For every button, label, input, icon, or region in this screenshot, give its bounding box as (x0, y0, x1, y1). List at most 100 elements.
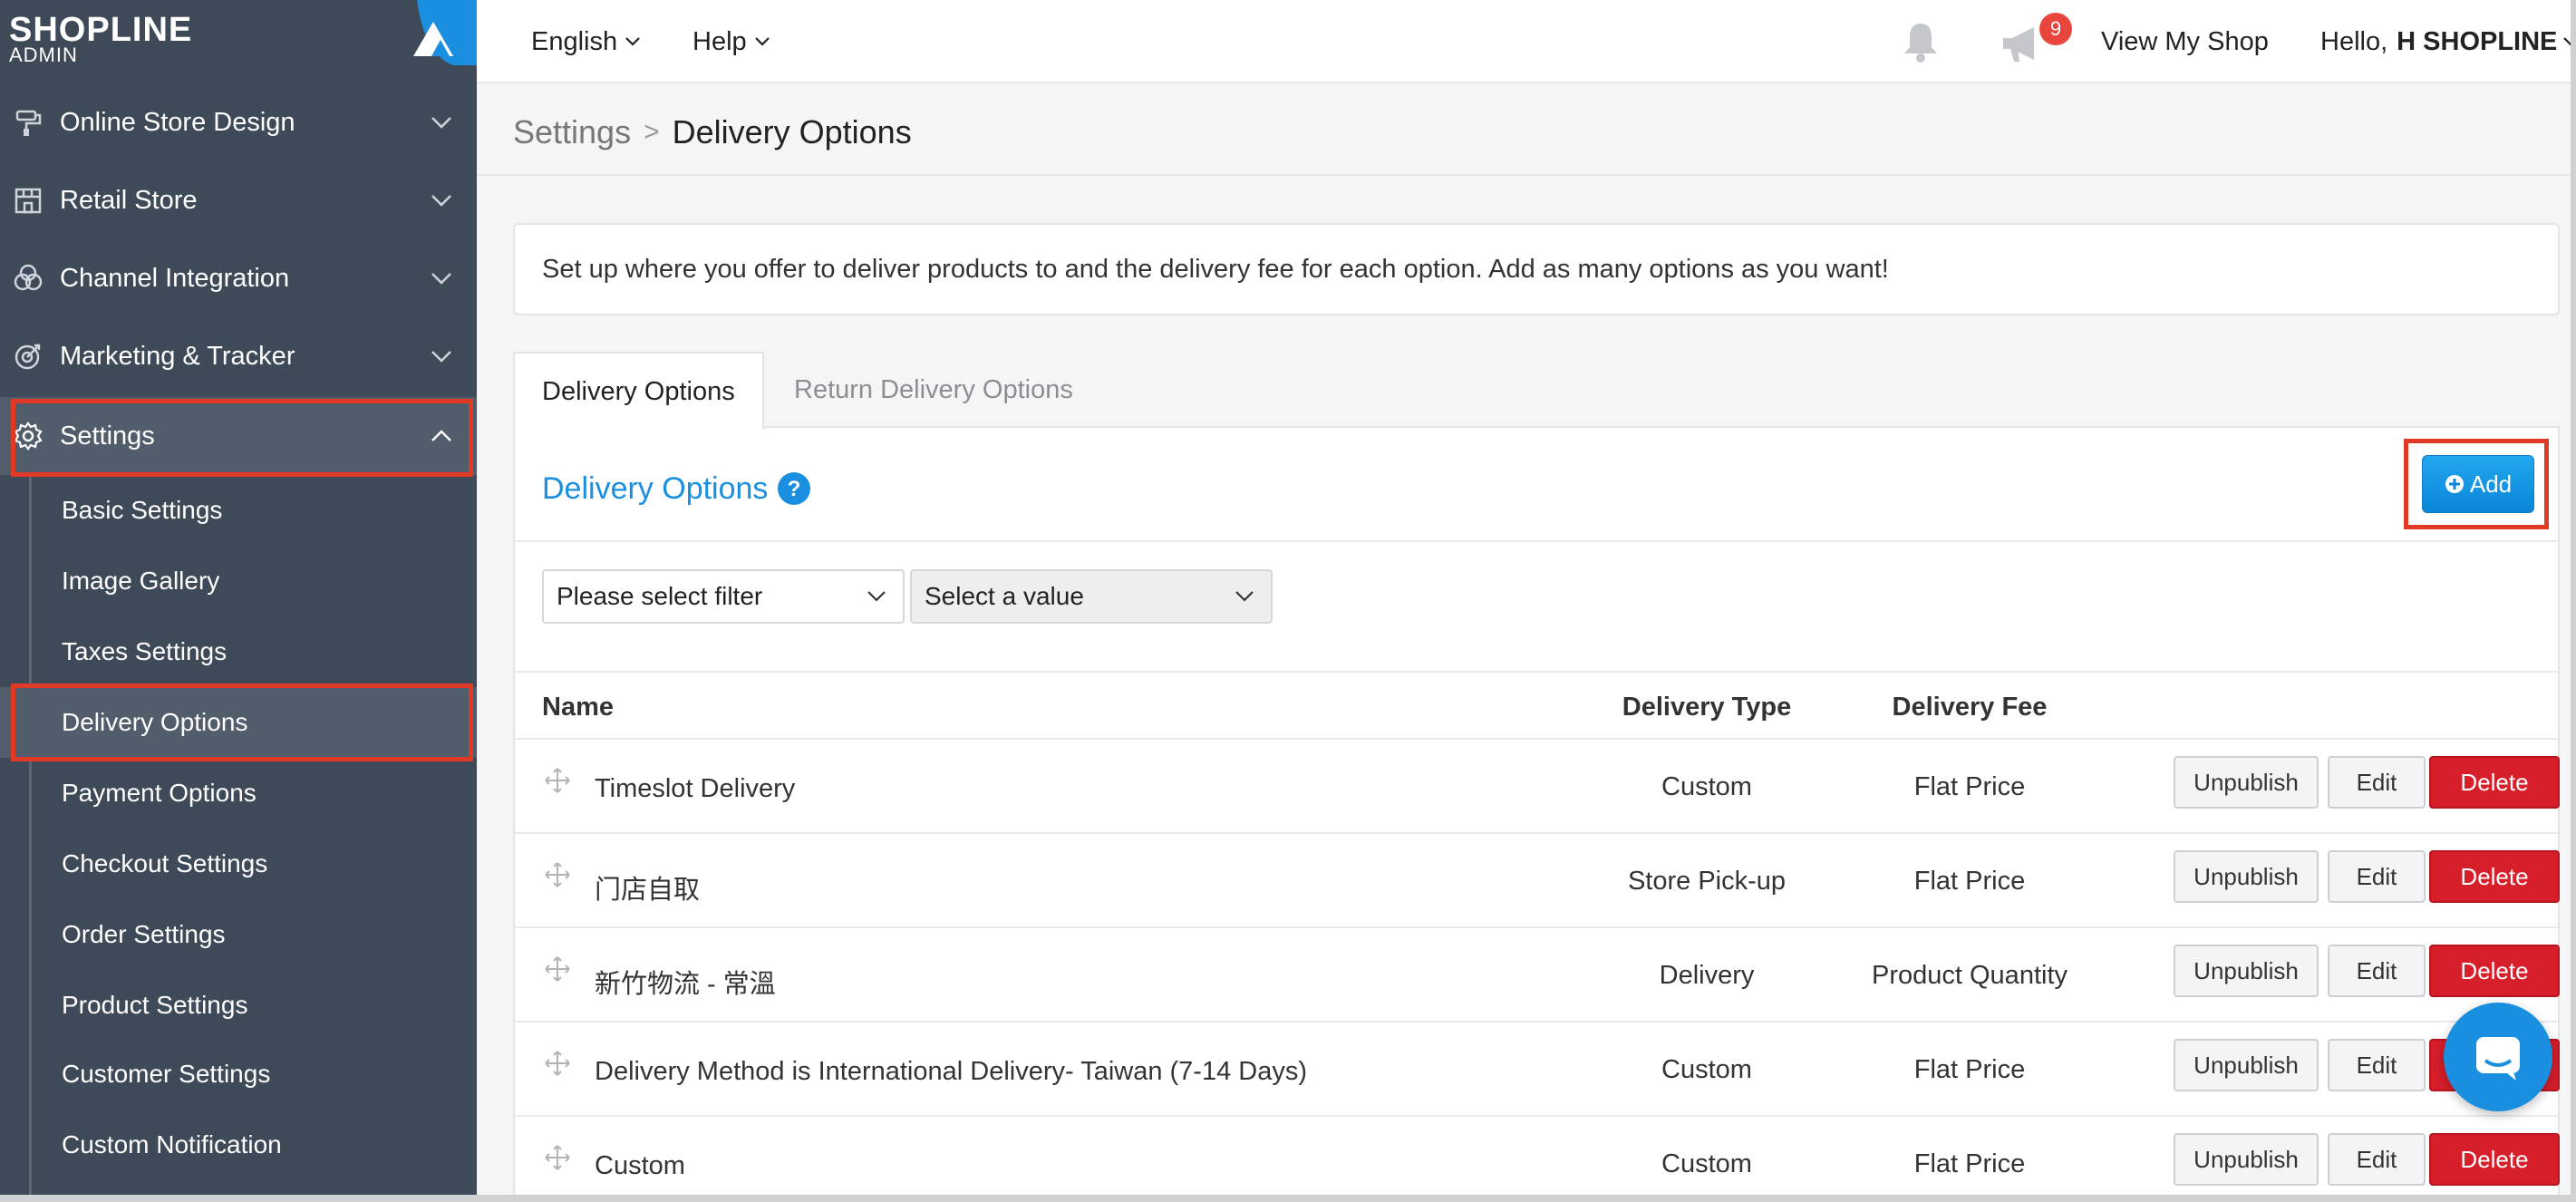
drag-handle-icon[interactable] (544, 1144, 571, 1171)
nav-settings[interactable]: Settings (0, 397, 477, 475)
sidebar-item-taxes-settings[interactable]: Taxes Settings (0, 616, 477, 687)
target-icon (15, 344, 41, 370)
sidebar-item-label: Checkout Settings (62, 849, 268, 877)
column-header-name: Name (542, 693, 614, 722)
delivery-options-panel: Delivery Options ? Add Please select fil… (513, 426, 2560, 1202)
drag-handle-icon[interactable] (544, 767, 571, 794)
sidebar-item-checkout-settings[interactable]: Checkout Settings (0, 829, 477, 899)
tab-label: Delivery Options (542, 376, 735, 406)
cell-delivery-fee: Product Quantity (1872, 961, 2068, 990)
sidebar-item-label: Delivery Options (62, 708, 248, 736)
chevron-down-icon (754, 37, 770, 46)
bell-icon[interactable] (1899, 20, 1942, 63)
unpublish-button[interactable]: Unpublish (2174, 850, 2319, 903)
chevron-down-icon (867, 591, 886, 602)
nav-marketing-tracker[interactable]: Marketing & Tracker (0, 317, 477, 395)
sidebar-item-label: Image Gallery (62, 567, 220, 595)
cell-name: 门店自取 (595, 876, 701, 905)
sidebar-toggle-icon[interactable] (399, 0, 477, 65)
edit-button[interactable]: Edit (2328, 1039, 2426, 1091)
unpublish-button[interactable]: Unpublish (2174, 756, 2319, 809)
info-text: Set up where you offer to deliver produc… (542, 254, 1889, 284)
sidebar-item-order-settings[interactable]: Order Settings (0, 899, 477, 970)
nav-retail-store[interactable]: Retail Store (0, 161, 477, 239)
drag-handle-icon[interactable] (544, 861, 571, 888)
edit-button[interactable]: Edit (2328, 945, 2426, 997)
page-title: Delivery Options (672, 113, 912, 150)
tab-label: Return Delivery Options (794, 374, 1073, 404)
sidebar: SHOPLINE ADMIN Online Store Design Retai… (0, 0, 477, 1202)
cell-name: Custom (595, 1151, 685, 1180)
sidebar-item-basic-settings[interactable]: Basic Settings (0, 475, 477, 546)
help-label: Help (692, 26, 747, 56)
delete-button[interactable]: Delete (2429, 756, 2560, 809)
unpublish-button[interactable]: Unpublish (2174, 945, 2319, 997)
user-menu[interactable]: Hello, H SHOPLINE (2320, 0, 2576, 83)
nav-label: Channel Integration (60, 263, 290, 293)
sidebar-item-image-gallery[interactable]: Image Gallery (0, 546, 477, 616)
tab-delivery-options[interactable]: Delivery Options (513, 352, 764, 430)
value-select-value: Select a value (925, 582, 1084, 610)
table-row: Delivery Method is International Deliver… (515, 1021, 2560, 1115)
chevron-down-icon (431, 195, 451, 207)
cell-delivery-type: Delivery (1659, 961, 1755, 990)
chevron-down-icon (431, 351, 451, 363)
drag-handle-icon[interactable] (544, 1050, 571, 1077)
greeting-text: Hello, (2320, 26, 2388, 56)
admin-app: SHOPLINE ADMIN Online Store Design Retai… (0, 0, 2576, 1202)
notification-badge: 9 (2039, 13, 2072, 45)
paint-roller-icon (15, 110, 42, 136)
sidebar-item-product-settings[interactable]: Product Settings (0, 970, 477, 1041)
edit-button[interactable]: Edit (2328, 850, 2426, 903)
drag-handle-icon[interactable] (544, 955, 571, 983)
unpublish-button[interactable]: Unpublish (2174, 1133, 2319, 1186)
help-dropdown[interactable]: Help (692, 0, 770, 83)
sidebar-item-delivery-options[interactable]: Delivery Options (0, 687, 477, 758)
filter-select[interactable]: Please select filter (542, 569, 905, 624)
chat-launcher-button[interactable] (2444, 1003, 2552, 1111)
chevron-down-icon (625, 37, 640, 46)
logo-area: SHOPLINE ADMIN (0, 0, 477, 83)
table-row: 门店自取 Store Pick-up Flat Price Unpublish … (515, 832, 2560, 926)
info-box: Set up where you offer to deliver produc… (513, 223, 2560, 315)
cell-delivery-fee: Flat Price (1913, 772, 2026, 801)
column-header-delivery-fee: Delivery Fee (1892, 693, 2048, 722)
cell-delivery-fee: Flat Price (1913, 1055, 2026, 1084)
storefront-icon (15, 188, 42, 214)
sidebar-item-customer-settings[interactable]: Customer Settings (0, 1039, 477, 1110)
nav-online-store-design[interactable]: Online Store Design (0, 83, 477, 161)
cell-delivery-type: Custom (1661, 1055, 1752, 1084)
edit-button[interactable]: Edit (2328, 1133, 2426, 1186)
nav-channel-integration[interactable]: Channel Integration (0, 239, 477, 317)
svg-text:?: ? (788, 477, 801, 501)
top-bar: English Help 9 View My Shop Hello, H SHO… (477, 0, 2576, 83)
chevron-up-icon (431, 430, 451, 441)
divider (477, 174, 2576, 176)
unpublish-button[interactable]: Unpublish (2174, 1039, 2319, 1091)
breadcrumb-settings-link[interactable]: Settings (513, 113, 631, 151)
cell-delivery-type: Store Pick-up (1627, 867, 1787, 896)
cell-delivery-fee: Flat Price (1913, 1149, 2026, 1178)
language-dropdown[interactable]: English (531, 0, 641, 83)
chevron-down-icon (431, 117, 451, 129)
add-button[interactable]: Add (2422, 455, 2534, 513)
view-my-shop-link[interactable]: View My Shop (2101, 0, 2269, 83)
sidebar-item-label: Custom Notification (62, 1130, 282, 1158)
sidebar-item-payment-options[interactable]: Payment Options (0, 758, 477, 829)
nav-label: Retail Store (60, 185, 198, 215)
delete-button[interactable]: Delete (2429, 850, 2560, 903)
divider (515, 540, 2558, 542)
cell-delivery-type: Custom (1661, 1149, 1752, 1178)
value-select[interactable]: Select a value (910, 569, 1273, 624)
delete-button[interactable]: Delete (2429, 945, 2560, 997)
delete-button[interactable]: Delete (2429, 1133, 2560, 1186)
help-icon[interactable]: ? (777, 471, 811, 506)
cell-name: Timeslot Delivery (595, 774, 796, 803)
sidebar-item-label: Taxes Settings (62, 637, 228, 665)
nav-label: Online Store Design (60, 107, 295, 137)
tab-return-delivery-options[interactable]: Return Delivery Options (767, 352, 1100, 428)
edit-button[interactable]: Edit (2328, 756, 2426, 809)
sidebar-item-label: Basic Settings (62, 496, 223, 524)
breadcrumb-separator: > (644, 117, 660, 147)
sidebar-item-custom-notification[interactable]: Custom Notification (0, 1110, 477, 1180)
